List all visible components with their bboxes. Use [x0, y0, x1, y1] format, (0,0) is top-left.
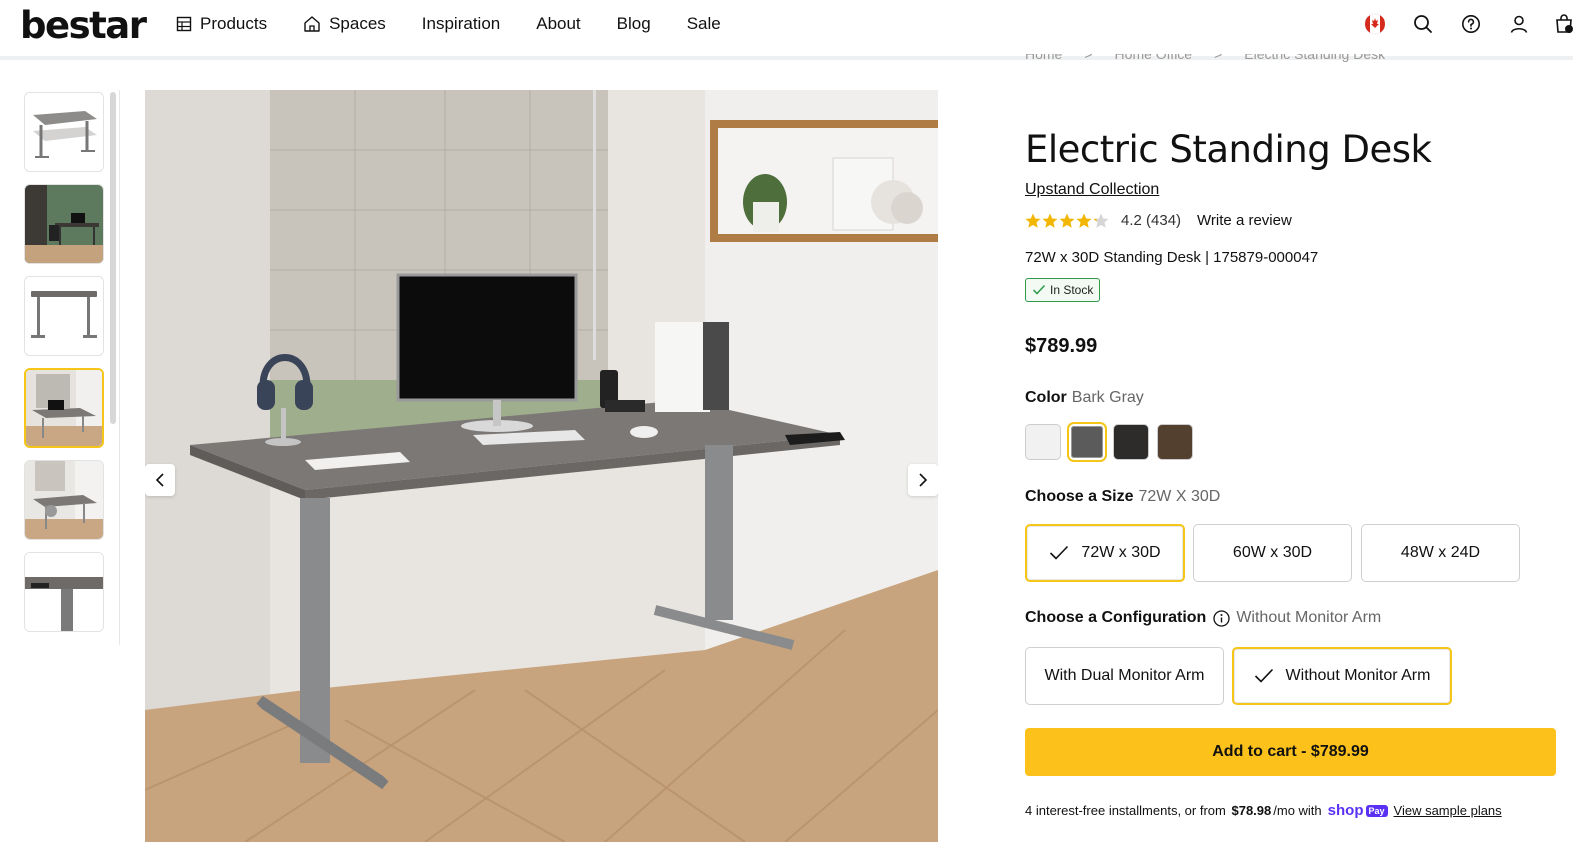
configuration-label: Choose a Configuration — [1025, 609, 1207, 626]
color-swatches — [1025, 424, 1201, 460]
collection-link[interactable]: Upstand Collection — [1025, 181, 1159, 199]
chevron-right-icon — [919, 473, 928, 487]
swatch-bark-gray[interactable] — [1069, 424, 1105, 460]
breadcrumb-separator: > — [1084, 54, 1093, 62]
breadcrumb-separator: > — [1214, 54, 1223, 62]
cart-icon[interactable] — [1555, 12, 1573, 36]
desk-scene-illustration — [145, 90, 938, 842]
shop-pay-shop: shop — [1327, 802, 1364, 819]
header-icons — [1339, 12, 1573, 36]
thumbnail-4-active[interactable] — [24, 368, 104, 448]
stock-badge: In Stock — [1025, 278, 1101, 302]
chevron-left-icon — [155, 473, 164, 487]
breadcrumb: Home > Home Office > Electric Standing D… — [1025, 54, 1385, 68]
size-option-72x30[interactable]: 72W x 30D — [1025, 524, 1185, 582]
nav-spaces-label: Spaces — [329, 14, 386, 33]
check-icon — [1254, 668, 1274, 684]
view-sample-plans-link[interactable]: View sample plans — [1394, 803, 1502, 818]
main-nav: Products Spaces Inspiration About Blog S… — [176, 14, 757, 34]
canada-flag-icon[interactable] — [1363, 12, 1387, 36]
size-label-row: Choose a Size 72W X 30D — [1025, 488, 1220, 506]
size-option-label: 48W x 24D — [1400, 544, 1481, 561]
installments-text: 4 interest-free installments, or from $7… — [1025, 802, 1502, 819]
nav-spaces[interactable]: Spaces — [303, 14, 386, 34]
help-icon[interactable] — [1459, 12, 1483, 36]
stock-label: In Stock — [1050, 283, 1094, 297]
size-option-60x30[interactable]: 60W x 30D — [1193, 524, 1352, 582]
rating-value: 4.2 (434) — [1121, 212, 1182, 229]
breadcrumb-current: Electric Standing Desk — [1244, 54, 1386, 62]
product-subtitle: 72W x 30D Standing Desk | 175879-000047 — [1025, 249, 1319, 266]
breadcrumb-home[interactable]: Home — [1025, 54, 1062, 68]
check-icon — [1049, 545, 1069, 561]
color-selected: Bark Gray — [1071, 389, 1144, 406]
main-product-image[interactable] — [145, 90, 938, 842]
thumbnail-5[interactable] — [24, 460, 104, 540]
product-title: Electric Standing Desk — [1025, 128, 1432, 171]
search-icon[interactable] — [1411, 12, 1435, 36]
nav-inspiration[interactable]: Inspiration — [422, 14, 500, 34]
color-label-row: Color Bark Gray — [1025, 389, 1144, 407]
size-option-label: 60W x 30D — [1232, 544, 1313, 561]
thumbnail-2[interactable] — [24, 184, 104, 264]
thumbnail-scrollbar[interactable] — [110, 92, 116, 424]
nav-products-label: Products — [200, 14, 268, 33]
configuration-selected: Without Monitor Arm — [1236, 609, 1382, 626]
account-icon[interactable] — [1507, 12, 1531, 36]
config-option-no-arm[interactable]: Without Monitor Arm — [1232, 647, 1452, 705]
installments-suffix: /mo with — [1273, 803, 1322, 818]
thumbnail-track — [119, 90, 120, 645]
nav-about[interactable]: About — [536, 14, 580, 34]
swatch-white[interactable] — [1025, 424, 1061, 460]
thumbnail-6[interactable] — [24, 552, 104, 632]
stars-icon — [1025, 213, 1109, 228]
size-selected: 72W X 30D — [1138, 488, 1221, 505]
nav-products[interactable]: Products — [176, 14, 267, 34]
size-option-48x24[interactable]: 48W x 24D — [1361, 524, 1520, 582]
site-header: bestar Products Spaces Inspiration About… — [0, 0, 1573, 60]
next-image-button[interactable] — [908, 464, 938, 496]
star-rating[interactable] — [1025, 213, 1109, 229]
config-option-label: Without Monitor Arm — [1285, 667, 1431, 684]
breadcrumb-home-office[interactable]: Home Office — [1115, 54, 1193, 68]
installments-amount: $78.98 — [1231, 803, 1272, 818]
swatch-brown[interactable] — [1157, 424, 1193, 460]
config-option-label: With Dual Monitor Arm — [1044, 667, 1205, 684]
info-icon[interactable] — [1213, 609, 1230, 627]
grid-icon — [176, 16, 192, 32]
thumbnail-3[interactable] — [24, 276, 104, 356]
nav-sale[interactable]: Sale — [687, 14, 721, 34]
write-review-link[interactable]: Write a review — [1197, 212, 1292, 229]
rating-row: 4.2 (434) Write a review — [1025, 212, 1292, 229]
thumbnail-1[interactable] — [24, 92, 104, 172]
size-option-label: 72W x 30D — [1081, 544, 1161, 561]
thumbnail-list — [24, 92, 106, 644]
check-icon — [1032, 284, 1046, 295]
swatch-black[interactable] — [1113, 424, 1149, 460]
home-icon — [303, 15, 321, 33]
prev-image-button[interactable] — [145, 464, 175, 496]
configuration-label-row: Choose a Configuration Without Monitor A… — [1025, 609, 1381, 627]
installments-prefix: 4 interest-free installments, or from — [1025, 803, 1226, 818]
add-to-cart-button[interactable]: Add to cart - $789.99 — [1025, 728, 1556, 776]
color-label: Color — [1025, 389, 1067, 406]
product-price: $789.99 — [1025, 335, 1098, 357]
shop-pay-logo: shop Pay — [1328, 802, 1388, 819]
config-option-dual-arm[interactable]: With Dual Monitor Arm — [1025, 647, 1224, 705]
bestar-logo[interactable]: bestar — [20, 4, 147, 47]
nav-blog[interactable]: Blog — [617, 14, 651, 34]
size-label: Choose a Size — [1025, 488, 1134, 505]
shop-pay-pay: Pay — [1365, 804, 1388, 817]
